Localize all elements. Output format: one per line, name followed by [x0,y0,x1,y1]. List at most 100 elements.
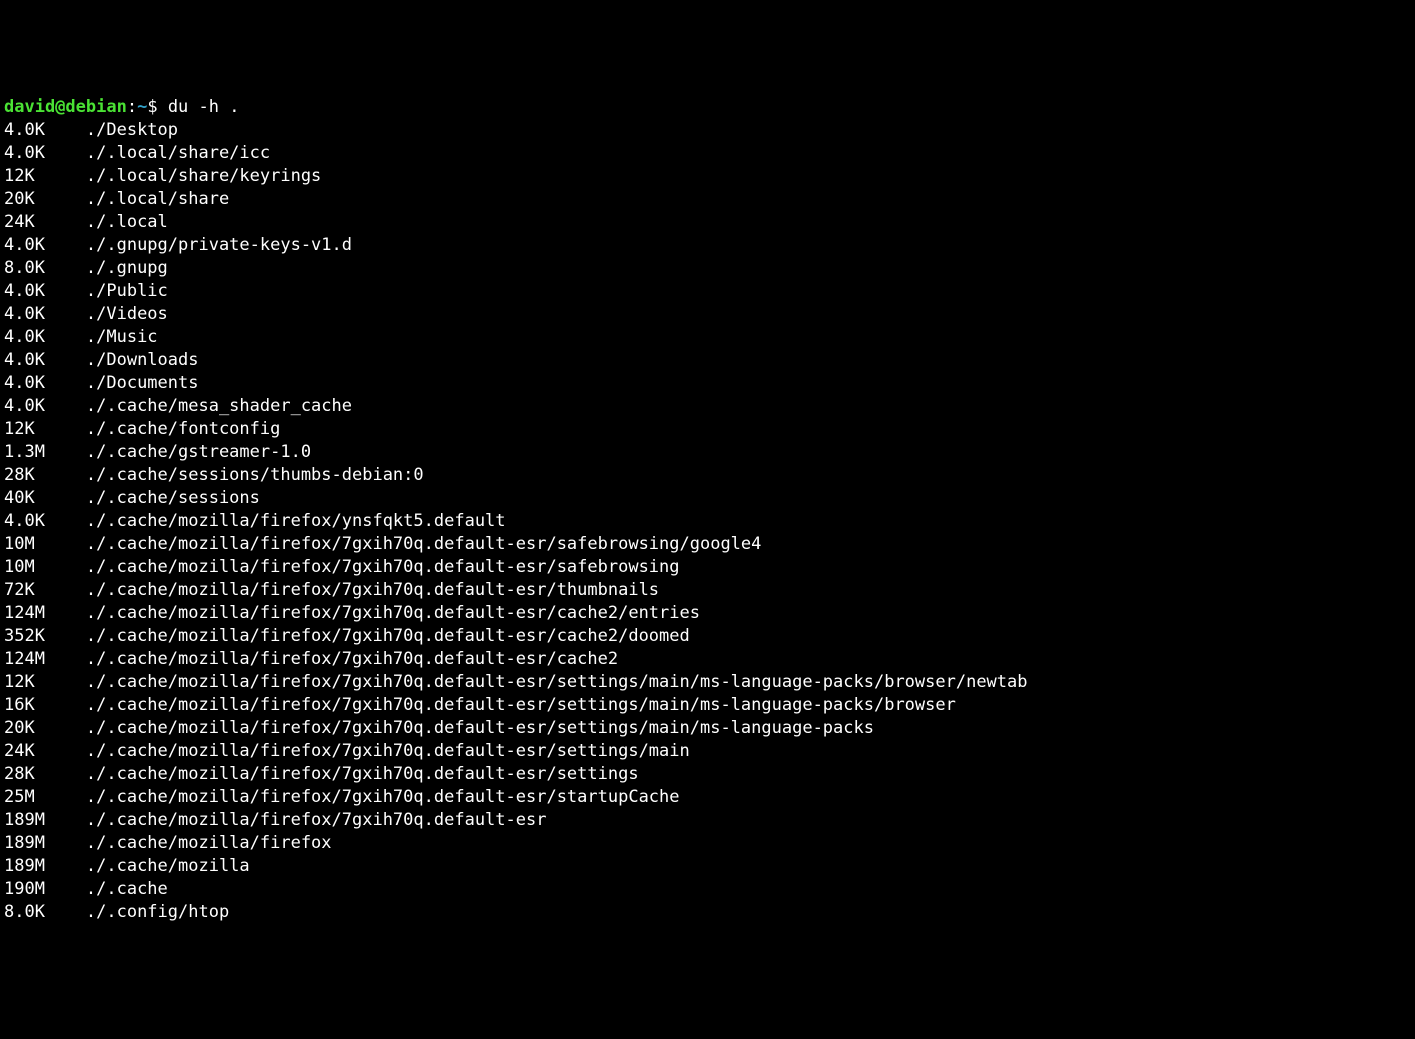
du-size: 8.0K [4,902,86,922]
du-size: 4.0K [4,396,86,416]
du-size: 28K [4,764,86,784]
du-path: ./.cache/mozilla/firefox/7gxih70q.defaul… [86,626,690,646]
du-size: 352K [4,626,86,646]
du-size: 4.0K [4,304,86,324]
du-path: ./.cache/mozilla [86,856,250,876]
du-path: ./Music [86,327,158,347]
command-text: du -h . [168,97,240,117]
du-size: 28K [4,465,86,485]
du-row: 4.0K ./Downloads [4,349,1411,372]
du-path: ./.local/share [86,189,229,209]
du-size: 40K [4,488,86,508]
du-size: 4.0K [4,327,86,347]
prompt-line: david@debian:~$ du -h . [4,97,239,117]
du-size: 189M [4,833,86,853]
du-row: 12K ./.cache/fontconfig [4,418,1411,441]
du-size: 8.0K [4,258,86,278]
du-path: ./.cache/fontconfig [86,419,280,439]
du-size: 24K [4,741,86,761]
du-size: 1.3M [4,442,86,462]
du-row: 189M ./.cache/mozilla/firefox/7gxih70q.d… [4,809,1411,832]
du-row: 20K ./.cache/mozilla/firefox/7gxih70q.de… [4,717,1411,740]
du-path: ./.gnupg [86,258,168,278]
du-path: ./.gnupg/private-keys-v1.d [86,235,352,255]
du-path: ./.cache/mozilla/firefox/7gxih70q.defaul… [86,534,762,554]
du-row: 1.3M ./.cache/gstreamer-1.0 [4,441,1411,464]
du-row: 8.0K ./.gnupg [4,257,1411,280]
du-row: 16K ./.cache/mozilla/firefox/7gxih70q.de… [4,694,1411,717]
du-row: 25M ./.cache/mozilla/firefox/7gxih70q.de… [4,786,1411,809]
du-size: 4.0K [4,281,86,301]
prompt-end: $ [147,97,167,117]
du-size: 124M [4,649,86,669]
terminal[interactable]: david@debian:~$ du -h . 4.0K ./Desktop4.… [4,96,1411,924]
du-row: 12K ./.cache/mozilla/firefox/7gxih70q.de… [4,671,1411,694]
du-path: ./.config/htop [86,902,229,922]
du-path: ./.local/share/keyrings [86,166,321,186]
du-row: 20K ./.local/share [4,188,1411,211]
du-size: 189M [4,856,86,876]
du-path: ./.cache/mozilla/firefox/7gxih70q.defaul… [86,649,618,669]
du-size: 12K [4,672,86,692]
du-size: 16K [4,695,86,715]
du-row: 4.0K ./Music [4,326,1411,349]
du-path: ./.cache/gstreamer-1.0 [86,442,311,462]
du-size: 4.0K [4,143,86,163]
du-row: 124M ./.cache/mozilla/firefox/7gxih70q.d… [4,648,1411,671]
du-path: ./.cache [86,879,168,899]
du-path: ./.local [86,212,168,232]
du-row: 190M ./.cache [4,878,1411,901]
du-path: ./.local/share/icc [86,143,270,163]
du-size: 4.0K [4,235,86,255]
du-size: 189M [4,810,86,830]
du-row: 10M ./.cache/mozilla/firefox/7gxih70q.de… [4,533,1411,556]
du-path: ./.cache/mozilla/firefox/7gxih70q.defaul… [86,764,639,784]
du-row: 24K ./.cache/mozilla/firefox/7gxih70q.de… [4,740,1411,763]
du-size: 20K [4,718,86,738]
du-size: 24K [4,212,86,232]
du-size: 12K [4,419,86,439]
du-row: 4.0K ./.cache/mesa_shader_cache [4,395,1411,418]
du-path: ./.cache/mozilla/firefox [86,833,332,853]
prompt-user: david@debian [4,97,127,117]
du-size: 190M [4,879,86,899]
du-path: ./.cache/mozilla/firefox/ynsfqkt5.defaul… [86,511,506,531]
du-path: ./Downloads [86,350,199,370]
du-row: 189M ./.cache/mozilla [4,855,1411,878]
du-size: 4.0K [4,120,86,140]
du-path: ./.cache/mozilla/firefox/7gxih70q.defaul… [86,810,547,830]
du-path: ./.cache/mesa_shader_cache [86,396,352,416]
du-row: 4.0K ./Videos [4,303,1411,326]
du-size: 10M [4,557,86,577]
prompt-sep: : [127,97,137,117]
du-row: 4.0K ./.gnupg/private-keys-v1.d [4,234,1411,257]
du-row: 12K ./.local/share/keyrings [4,165,1411,188]
du-size: 4.0K [4,511,86,531]
du-row: 352K ./.cache/mozilla/firefox/7gxih70q.d… [4,625,1411,648]
du-path: ./Desktop [86,120,178,140]
du-path: ./.cache/sessions/thumbs-debian:0 [86,465,424,485]
du-path: ./.cache/mozilla/firefox/7gxih70q.defaul… [86,603,700,623]
du-path: ./.cache/mozilla/firefox/7gxih70q.defaul… [86,741,690,761]
du-size: 124M [4,603,86,623]
du-size: 10M [4,534,86,554]
du-row: 28K ./.cache/sessions/thumbs-debian:0 [4,464,1411,487]
du-row: 24K ./.local [4,211,1411,234]
du-path: ./.cache/mozilla/firefox/7gxih70q.defaul… [86,557,680,577]
du-path: ./.cache/mozilla/firefox/7gxih70q.defaul… [86,787,680,807]
command-output: 4.0K ./Desktop4.0K ./.local/share/icc12K… [4,119,1411,924]
du-path: ./.cache/mozilla/firefox/7gxih70q.defaul… [86,672,1028,692]
du-size: 4.0K [4,350,86,370]
du-row: 124M ./.cache/mozilla/firefox/7gxih70q.d… [4,602,1411,625]
prompt-cwd: ~ [137,97,147,117]
du-path: ./Documents [86,373,199,393]
du-row: 72K ./.cache/mozilla/firefox/7gxih70q.de… [4,579,1411,602]
du-path: ./.cache/mozilla/firefox/7gxih70q.defaul… [86,695,956,715]
du-row: 10M ./.cache/mozilla/firefox/7gxih70q.de… [4,556,1411,579]
du-row: 4.0K ./Desktop [4,119,1411,142]
du-path: ./.cache/sessions [86,488,260,508]
du-size: 20K [4,189,86,209]
du-row: 4.0K ./Documents [4,372,1411,395]
du-row: 28K ./.cache/mozilla/firefox/7gxih70q.de… [4,763,1411,786]
du-path: ./.cache/mozilla/firefox/7gxih70q.defaul… [86,580,659,600]
